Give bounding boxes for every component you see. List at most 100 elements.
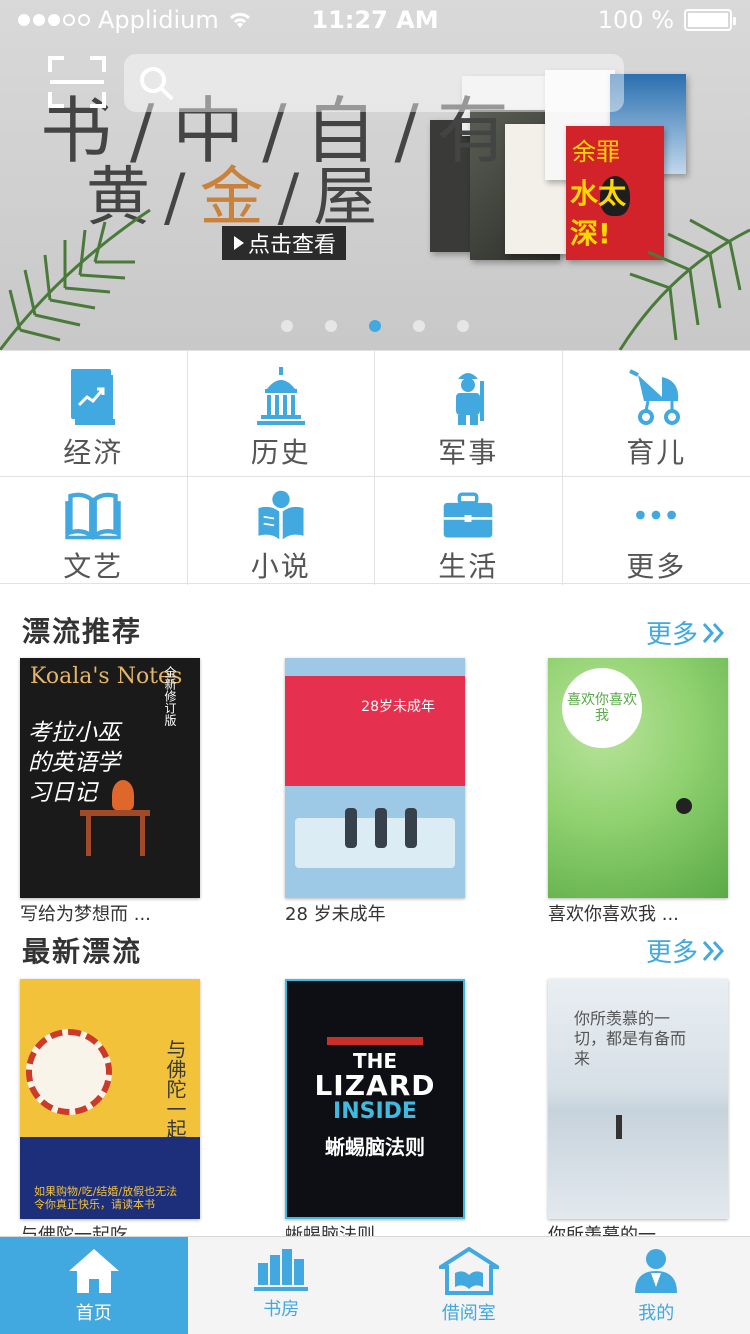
double-chevron-right-icon xyxy=(702,940,725,961)
book-card[interactable]: THE LIZARD INSIDE 蜥蜴脑法则 蜥蜴脑法则 xyxy=(285,979,467,1247)
category-label: 小说 xyxy=(250,550,311,583)
search-input[interactable] xyxy=(184,69,624,97)
book-card[interactable]: 与佛陀一起吃早餐 如果购物/吃/结婚/放假也无法令你真正快乐，请读本书 与佛陀一… xyxy=(20,979,202,1247)
category-parenting[interactable]: 育儿 xyxy=(562,351,750,477)
more-label: 更多 xyxy=(645,620,698,650)
book-card[interactable]: Koala's Notes 全新修订版 考拉小巫的英语学习日记 写给为梦想而 .… xyxy=(20,658,202,926)
featured-book-title: 余罪 xyxy=(572,138,620,166)
carousel-dot[interactable] xyxy=(325,320,337,332)
cover-title: 你所羡慕的一切，都是有备而来 xyxy=(574,1009,687,1068)
double-chevron-right-icon xyxy=(702,622,725,643)
category-label: 文艺 xyxy=(63,550,124,583)
category-label: 历史 xyxy=(250,436,311,469)
search-bar[interactable] xyxy=(124,54,624,112)
category-grid: 经济 历史 军事 育儿 文艺 小说 生活 更多 xyxy=(0,350,750,585)
view-more-label: 点击查看 xyxy=(248,233,337,258)
book-row-latest: 与佛陀一起吃早餐 如果购物/吃/结婚/放假也无法令你真正快乐，请读本书 与佛陀一… xyxy=(0,979,750,1259)
tab-reading-room[interactable]: 借阅室 xyxy=(375,1237,563,1334)
tab-label: 首页 xyxy=(75,1303,112,1324)
book-cover[interactable]: 你所羡慕的一切，都是有备而来 xyxy=(548,979,728,1219)
category-economy[interactable]: 经济 xyxy=(0,351,188,477)
book-cover[interactable]: 与佛陀一起吃早餐 如果购物/吃/结婚/放假也无法令你真正快乐，请读本书 xyxy=(20,979,200,1219)
category-life[interactable]: 生活 xyxy=(375,477,563,585)
category-label: 军事 xyxy=(438,436,499,469)
chart-book-icon xyxy=(71,369,116,425)
tab-mine[interactable]: 我的 xyxy=(563,1237,750,1334)
section-more-link[interactable]: 更多 xyxy=(646,932,726,969)
category-more[interactable]: 更多 xyxy=(563,477,750,585)
cover-red-block: 28岁未成年 xyxy=(285,676,465,786)
cover-illustration xyxy=(375,808,387,848)
cover-illustration xyxy=(616,1115,622,1139)
user-icon xyxy=(635,1249,678,1293)
home-icon xyxy=(68,1249,119,1293)
category-label: 生活 xyxy=(438,550,499,583)
category-military[interactable]: 军事 xyxy=(375,351,563,477)
book-card[interactable]: 喜欢你喜欢我 喜欢你喜欢我 ... xyxy=(548,658,730,926)
category-label: 更多 xyxy=(626,550,687,583)
cover-illustration xyxy=(405,808,417,848)
battery-percent: 100 % xyxy=(597,6,674,34)
cover-title: 喜欢你喜欢我 xyxy=(562,668,642,748)
cover-badge: 全新修订版 xyxy=(163,666,177,726)
open-book-icon xyxy=(65,492,121,541)
cover-band: 如果购物/吃/结婚/放假也无法令你真正快乐，请读本书 xyxy=(20,1137,200,1219)
category-label: 育儿 xyxy=(626,436,687,469)
cover-cn-title: 蜥蜴脑法则 xyxy=(325,1135,425,1159)
more-label: 更多 xyxy=(645,938,698,968)
carrier-name: Applidium xyxy=(98,6,219,34)
baby-stroller-icon xyxy=(629,369,681,425)
category-novel[interactable]: 小说 xyxy=(188,477,375,585)
search-icon xyxy=(140,67,173,100)
book-cover[interactable]: 喜欢你喜欢我 xyxy=(548,658,728,898)
tab-label: 我的 xyxy=(638,1303,675,1324)
tab-label: 书房 xyxy=(263,1299,300,1320)
carousel-dot[interactable] xyxy=(457,320,469,332)
cover-illustration xyxy=(345,808,357,848)
status-bar: Applidium 11:27 AM 100 % xyxy=(0,0,750,40)
book-title: 喜欢你喜欢我 ... xyxy=(548,904,679,925)
carousel-indicator xyxy=(0,320,750,332)
book-cover[interactable]: 28岁未成年 xyxy=(285,658,465,898)
scan-icon[interactable] xyxy=(48,56,106,108)
category-label: 经济 xyxy=(63,436,124,469)
book-row-recommend: Koala's Notes 全新修订版 考拉小巫的英语学习日记 写给为梦想而 .… xyxy=(0,658,750,938)
cover-band-text: 如果购物/吃/结婚/放假也无法令你真正快乐，请读本书 xyxy=(34,1185,178,1211)
section-title-latest: 最新漂流 xyxy=(22,935,143,968)
carousel-dot[interactable] xyxy=(281,320,293,332)
section-more-link[interactable]: 更多 xyxy=(646,614,726,651)
cover-title: 28岁未成年 xyxy=(361,699,435,715)
cover-illustration xyxy=(112,780,134,810)
tab-home[interactable]: 首页 xyxy=(0,1237,188,1334)
section-title-recommend: 漂流推荐 xyxy=(22,615,143,648)
view-more-button[interactable]: 点击查看 xyxy=(222,226,347,260)
soldier-icon xyxy=(456,373,485,425)
battery-icon xyxy=(684,9,736,31)
more-dots-icon xyxy=(636,510,677,520)
book-cover[interactable]: THE LIZARD INSIDE 蜥蜴脑法则 xyxy=(285,979,465,1219)
bookshelf-icon xyxy=(254,1249,309,1291)
tab-label: 借阅室 xyxy=(441,1303,496,1324)
book-card[interactable]: 你所羡慕的一切，都是有备而来 你所羡慕的一 ... xyxy=(548,979,730,1247)
cover-illustration xyxy=(86,816,91,856)
signal-icon xyxy=(18,14,90,26)
tab-study[interactable]: 书房 xyxy=(188,1237,376,1334)
library-icon xyxy=(438,1247,499,1295)
play-arrow-icon xyxy=(234,236,244,250)
cover-illustration xyxy=(676,798,692,814)
category-history[interactable]: 历史 xyxy=(187,351,375,477)
slogan-gold-char: 金 xyxy=(199,161,278,235)
carousel-dot-active[interactable] xyxy=(369,320,381,332)
banner-carousel[interactable]: Applidium 11:27 AM 100 % 书/中/自/有 黄/金/屋 点… xyxy=(0,0,750,350)
category-literature[interactable]: 文艺 xyxy=(0,477,188,585)
status-right: 100 % xyxy=(597,6,736,34)
book-title: 写给为梦想而 ... xyxy=(20,904,151,925)
carousel-dot[interactable] xyxy=(413,320,425,332)
book-cover[interactable]: Koala's Notes 全新修订版 考拉小巫的英语学习日记 xyxy=(20,658,200,898)
cover-lizard: LIZARD xyxy=(314,1069,436,1102)
book-title: 28 岁未成年 xyxy=(285,904,386,925)
cover-inside: INSIDE xyxy=(333,1099,417,1124)
reader-icon xyxy=(258,490,304,540)
book-card[interactable]: 28岁未成年 28 岁未成年 xyxy=(285,658,467,926)
cover-illustration xyxy=(26,1029,112,1115)
